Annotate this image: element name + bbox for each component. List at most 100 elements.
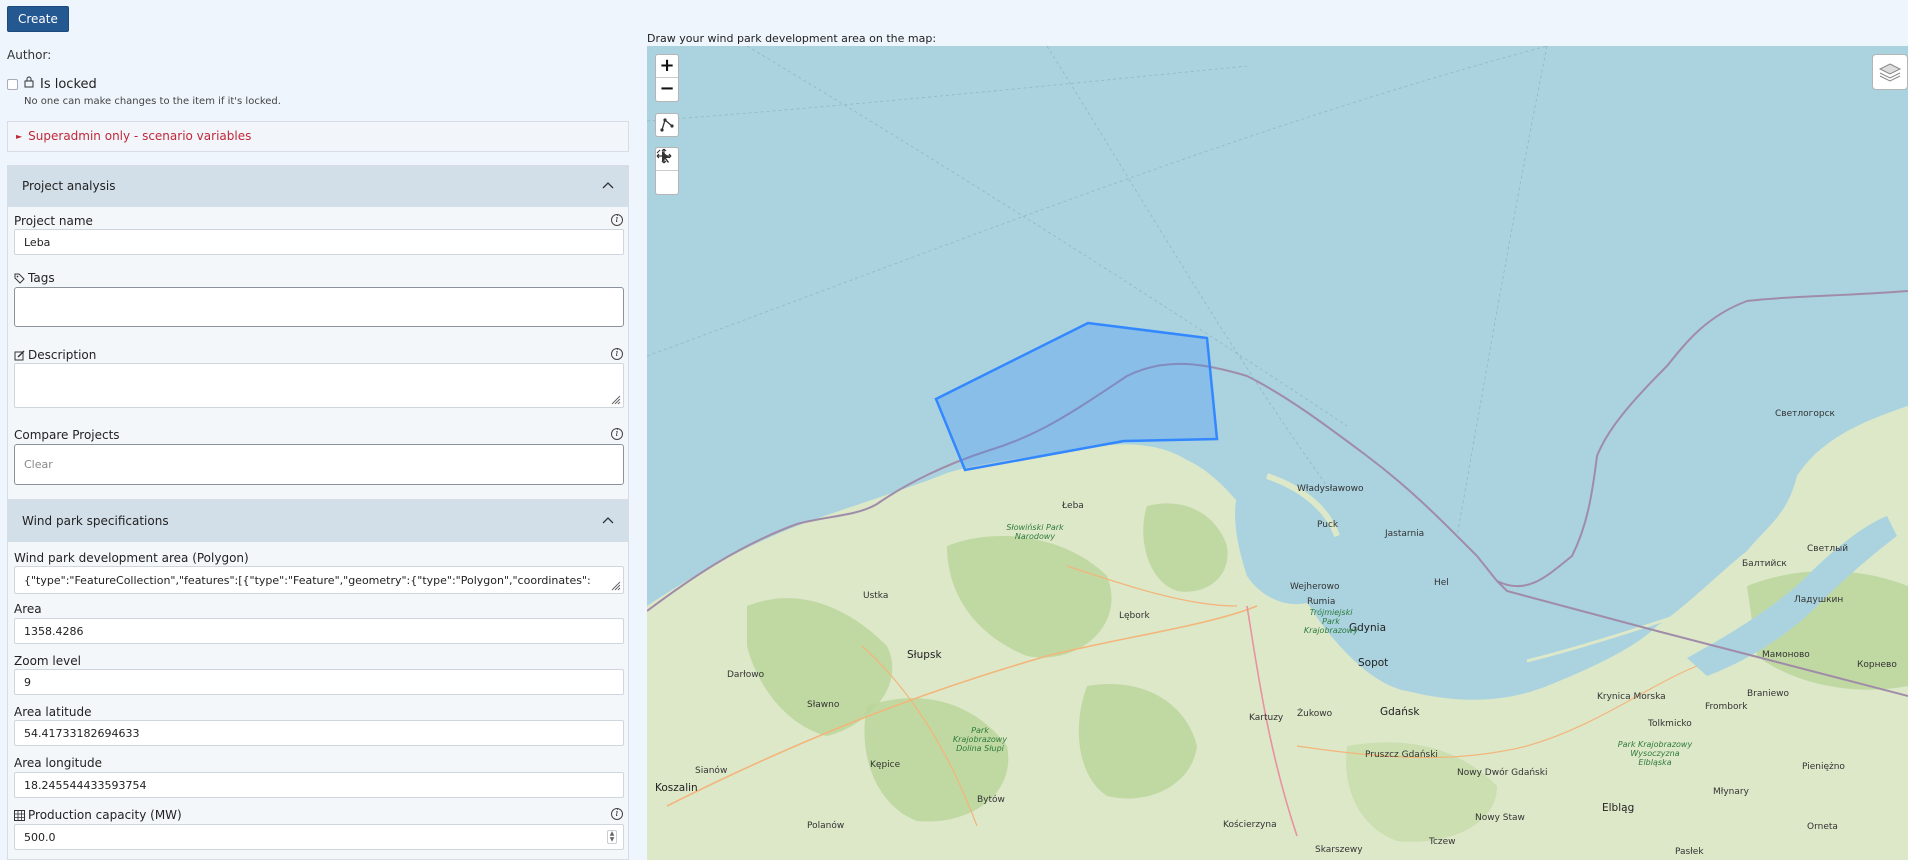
superadmin-label: Superadmin only - scenario variables: [28, 129, 252, 143]
place-label: Łeba: [1062, 501, 1084, 511]
place-label: Светлый: [1807, 544, 1849, 554]
area-label-text: Area: [14, 602, 42, 616]
place-label: Słupsk: [907, 649, 942, 661]
place-label: Wejherowo: [1290, 582, 1340, 592]
zoom-control: + −: [655, 54, 679, 102]
area-polygon-label: Wind park development area (Polygon): [14, 551, 249, 565]
is-locked-checkbox[interactable]: [7, 78, 18, 90]
wind-park-title: Wind park specifications: [22, 514, 169, 528]
wind-park-header[interactable]: Wind park specifications: [8, 501, 628, 542]
park-label: Trójmiejski Park Krajobrazowy: [1303, 608, 1359, 635]
place-label: Koszalin: [655, 782, 698, 794]
place-label: Pieniężno: [1802, 762, 1845, 772]
place-label: Nowy Dwór Gdański: [1457, 768, 1548, 778]
place-label: Tolkmicko: [1648, 719, 1692, 729]
place-label: Krynica Morska: [1597, 692, 1666, 702]
superadmin-toggle[interactable]: ► Superadmin only - scenario variables: [7, 121, 629, 152]
compare-projects-select[interactable]: Clear: [14, 444, 624, 485]
edit-icon: [14, 350, 25, 360]
project-analysis-panel: Project analysis Project name i Leba Tag…: [7, 165, 629, 500]
tag-icon: [14, 273, 25, 284]
info-icon[interactable]: i: [611, 428, 623, 440]
resize-handle-icon[interactable]: [611, 581, 621, 591]
place-label: Ustka: [863, 591, 889, 601]
place-label: Bytów: [977, 795, 1005, 805]
place-label: Lębork: [1119, 611, 1150, 621]
tags-label: Tags: [14, 271, 55, 285]
park-label: Słowiński Park Narodowy: [1006, 523, 1064, 541]
place-label: Корнево: [1857, 660, 1897, 670]
project-name-label-text: Project name: [14, 214, 93, 228]
place-label: Sławno: [807, 700, 840, 710]
place-label: Darłowo: [727, 670, 765, 680]
compare-label-text: Compare Projects: [14, 428, 120, 442]
capacity-input[interactable]: 500.0 ▲ ▼: [14, 824, 624, 850]
resize-handle-icon[interactable]: [611, 395, 621, 405]
tags-label-text: Tags: [28, 271, 55, 285]
zoom-level-input[interactable]: 9: [14, 669, 624, 695]
zoom-level-label-text: Zoom level: [14, 654, 81, 668]
place-label: Skarszewy: [1315, 845, 1363, 855]
project-analysis-header[interactable]: Project analysis: [8, 166, 628, 207]
area-longitude-label: Area longitude: [14, 756, 102, 770]
park-label: Park Krajobrazowy Dolina Słupi: [952, 726, 1008, 753]
is-locked-label: Is locked: [40, 76, 97, 92]
compare-label: Compare Projects: [14, 428, 120, 442]
wind-park-polygon[interactable]: [934, 321, 1219, 472]
move-button[interactable]: [656, 148, 678, 194]
place-label: Kościerzyna: [1223, 820, 1277, 830]
chevron-up-icon: [602, 182, 614, 189]
stepper-icon[interactable]: ▲ ▼: [607, 830, 617, 844]
draw-polygon-button[interactable]: [655, 113, 679, 137]
place-label: Kępice: [870, 760, 901, 770]
description-label-text: Description: [28, 348, 97, 362]
zoom-in-button[interactable]: +: [656, 55, 678, 78]
project-name-value: Leba: [24, 235, 51, 249]
place-label: Polanów: [807, 821, 845, 831]
park-label: Park Krajobrazowy Wysoczyzna Elbląska: [1617, 740, 1693, 767]
caret-right-icon: ►: [16, 132, 23, 141]
zoom-level-label: Zoom level: [14, 654, 81, 668]
project-analysis-title: Project analysis: [22, 179, 116, 193]
map-instruction: Draw your wind park development area on …: [647, 32, 937, 45]
move-icon: [656, 148, 672, 164]
capacity-label-text: Production capacity (MW): [28, 808, 182, 822]
wind-park-panel: Wind park specifications Wind park devel…: [7, 500, 629, 860]
layers-button[interactable]: [1872, 54, 1908, 90]
author-label: Author:: [7, 48, 52, 62]
place-label: Elbląg: [1602, 802, 1635, 814]
zoom-out-button[interactable]: −: [656, 78, 678, 101]
area-latitude-label-text: Area latitude: [14, 705, 92, 719]
place-label: Pruszcz Gdański: [1365, 750, 1438, 760]
area-input[interactable]: 1358.4286: [14, 618, 624, 644]
create-button[interactable]: Create: [7, 6, 69, 32]
info-icon[interactable]: i: [611, 214, 623, 226]
area-polygon-value: {"type":"FeatureCollection","features":[…: [24, 573, 591, 587]
description-label: Description: [14, 348, 96, 362]
area-latitude-label: Area latitude: [14, 705, 91, 719]
layers-icon: [1878, 63, 1902, 82]
place-label: Ладушкин: [1794, 595, 1844, 605]
form-panel: Create Author: Is locked No one can make…: [0, 0, 640, 860]
tags-input[interactable]: [14, 287, 624, 327]
description-textarea[interactable]: [14, 363, 624, 408]
place-label: Żukowo: [1297, 709, 1333, 719]
place-label: Hel: [1434, 578, 1449, 588]
area-latitude-input[interactable]: 54.41733182694633: [14, 720, 624, 746]
place-label: Kartuzy: [1249, 713, 1284, 723]
place-label: Rumia: [1307, 597, 1336, 607]
area-polygon-textarea[interactable]: {"type":"FeatureCollection","features":[…: [14, 566, 624, 594]
map-canvas[interactable]: + − Łeba Władysławowo Puck Jastarnia Hel…: [647, 46, 1908, 860]
info-icon[interactable]: i: [611, 348, 623, 360]
area-polygon-label-text: Wind park development area (Polygon): [14, 551, 249, 565]
project-name-input[interactable]: Leba: [14, 229, 624, 255]
place-label: Braniewo: [1747, 689, 1789, 699]
is-locked-help: No one can make changes to the item if i…: [24, 96, 281, 107]
area-longitude-input[interactable]: 18.245544433593754: [14, 772, 624, 798]
area-longitude-value: 18.245544433593754: [24, 778, 147, 792]
lock-icon: [24, 76, 34, 92]
info-icon[interactable]: i: [611, 808, 623, 820]
compare-placeholder: Clear: [24, 458, 53, 471]
area-longitude-label-text: Area longitude: [14, 756, 102, 770]
place-label: Светлогорск: [1775, 409, 1835, 419]
